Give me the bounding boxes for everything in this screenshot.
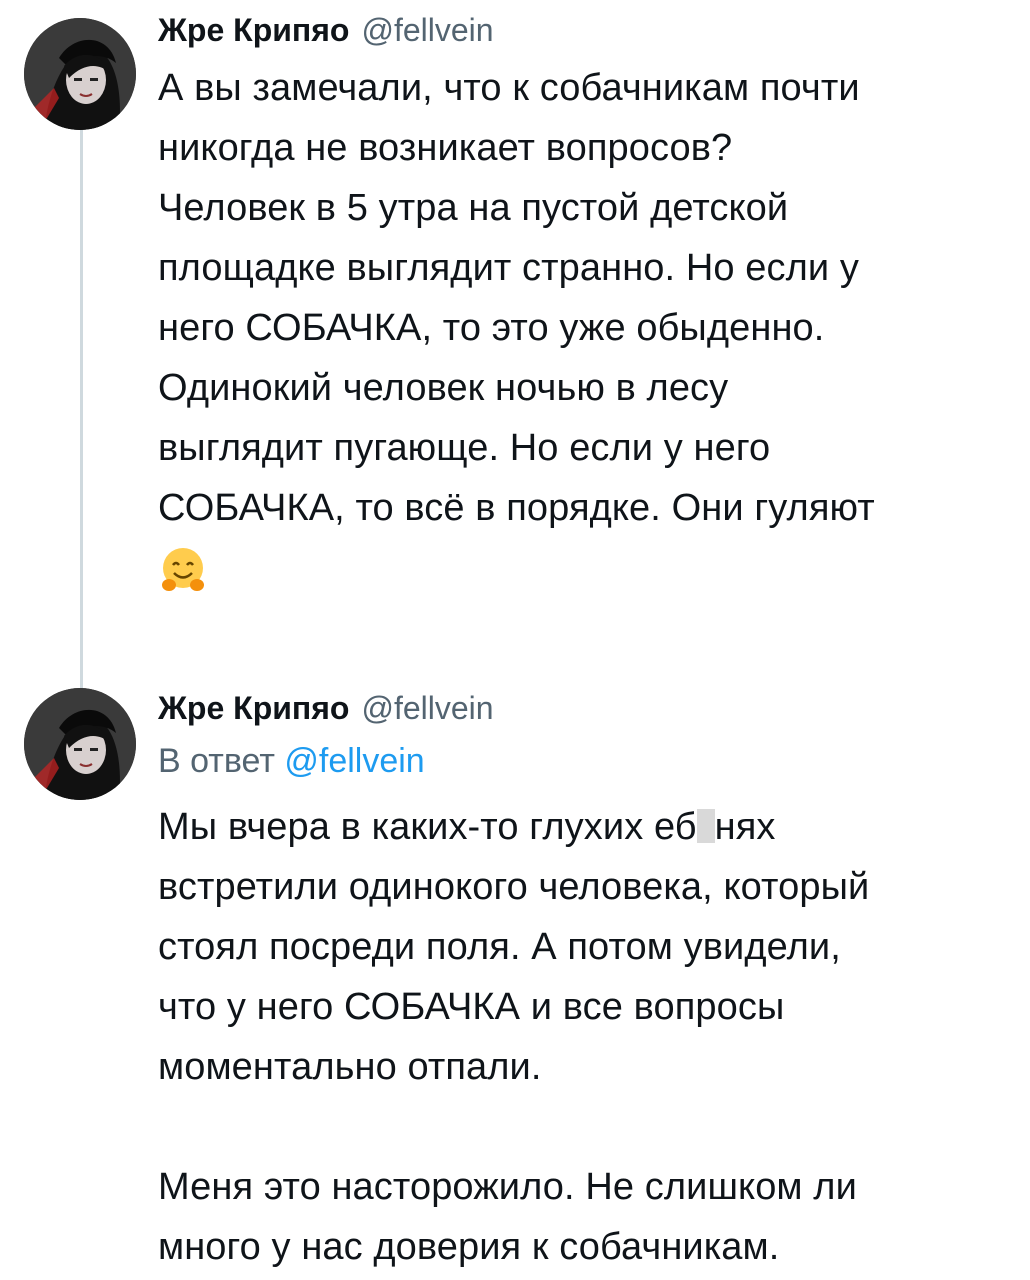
avatar-illustration xyxy=(24,18,136,130)
avatar-illustration xyxy=(24,688,136,800)
text-line: площадке выглядит странно. Но если у xyxy=(158,247,859,289)
text-line: Одинокий человек ночью в лесу xyxy=(158,367,729,409)
author-handle[interactable]: @fellvein xyxy=(361,12,493,49)
reply-mention-link[interactable]: @fellvein xyxy=(284,742,424,780)
text-line: Мы вчера в каких-то глухих еб нях xyxy=(158,797,1010,857)
text-line: стоял посреди поля. А потом увидели, xyxy=(158,926,841,968)
emoji-line xyxy=(158,538,1010,598)
text-line: СОБАЧКА, то всё в порядке. Они гуляют xyxy=(158,487,875,529)
avatar[interactable] xyxy=(24,688,136,800)
text-fragment: нях xyxy=(714,806,776,848)
text-line: него СОБАЧКА, то это уже обыденно. xyxy=(158,307,825,349)
text-line: А вы замечали, что к собачникам почти xyxy=(158,67,860,109)
author-handle[interactable]: @fellvein xyxy=(361,690,493,727)
text-line: что у него СОБАЧКА и все вопросы xyxy=(158,986,785,1028)
reply-prefix: В ответ xyxy=(158,742,275,780)
tweet-text: А вы замечали, что к собачникам почти ни… xyxy=(158,58,1010,598)
thread-connector-line xyxy=(80,100,83,695)
text-line: моментально отпали. xyxy=(158,1046,542,1088)
tweet-header: Жре Крипяо @fellvein xyxy=(158,690,1010,736)
text-line: никогда не возникает вопросов? xyxy=(158,127,733,169)
text-line: Человек в 5 утра на пустой детской xyxy=(158,187,789,229)
tweet-text: Мы вчера в каких-то глухих еб нях встрети… xyxy=(158,797,1010,1277)
hugging-face-icon xyxy=(158,545,208,595)
tweet-header: Жре Крипяо @fellvein xyxy=(158,12,1010,58)
author-name[interactable]: Жре Крипяо xyxy=(158,12,349,49)
reply-context: В ответ @fellvein xyxy=(158,742,1010,781)
author-name[interactable]: Жре Крипяо xyxy=(158,690,349,727)
text-line: встретили одинокого человека, который xyxy=(158,866,870,908)
censor-block xyxy=(696,809,715,843)
text-line: Меня это насторожило. Не слишком ли xyxy=(158,1166,857,1208)
avatar[interactable] xyxy=(24,18,136,130)
tweet-1[interactable]: Жре Крипяо @fellvein А вы замечали, что … xyxy=(158,12,1010,598)
text-line: много у нас доверия к собачникам. xyxy=(158,1226,780,1268)
tweet-2[interactable]: Жре Крипяо @fellvein В ответ @fellvein М… xyxy=(158,690,1010,1277)
text-line: выглядит пугающе. Но если у него xyxy=(158,427,771,469)
text-fragment: Мы вчера в каких-то глухих еб xyxy=(158,806,697,848)
